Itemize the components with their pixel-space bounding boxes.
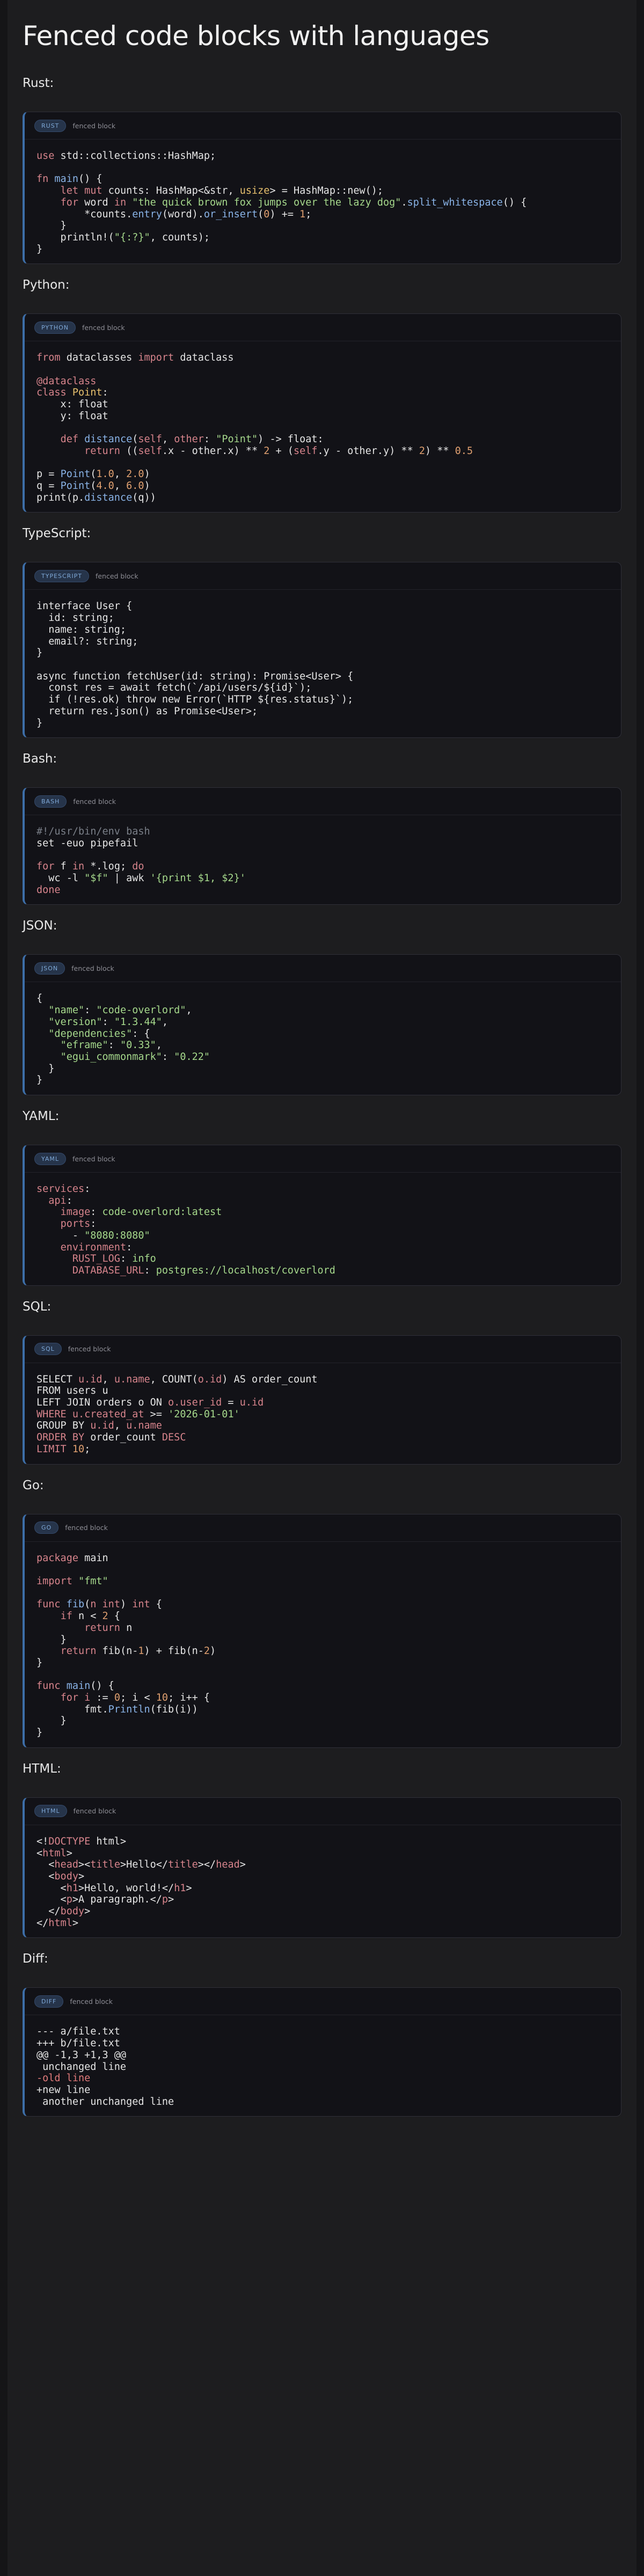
section-label-python: Python:: [23, 278, 70, 292]
fenced-block-label: fenced block: [95, 572, 138, 580]
fenced-block-label: fenced block: [82, 323, 125, 332]
fenced-block-label: fenced block: [71, 964, 114, 972]
section-label-typescript: TypeScript:: [23, 526, 91, 541]
section-label-bash: Bash:: [23, 752, 57, 766]
language-badge: JSON: [34, 962, 65, 975]
fenced-block-label: fenced block: [73, 1807, 116, 1816]
code-block-python[interactable]: PYTHON fenced block from dataclasses imp…: [23, 313, 621, 513]
fenced-block-label: fenced block: [68, 1345, 111, 1353]
language-badge: BASH: [34, 795, 67, 808]
code-content[interactable]: --- a/file.txt +++ b/file.txt @@ -1,3 +1…: [25, 2015, 621, 2116]
section-label-sql: SQL:: [23, 1299, 52, 1314]
code-block-json[interactable]: JSON fenced block { "name": "code-overlo…: [23, 954, 621, 1096]
code-block-bash[interactable]: BASH fenced block #!/usr/bin/env bash se…: [23, 787, 621, 905]
fenced-block-label: fenced block: [72, 121, 116, 130]
page-title: Fenced code blocks with languages: [23, 20, 489, 52]
section-label-json: JSON:: [23, 919, 57, 933]
section-label-rust: Rust:: [23, 76, 54, 90]
code-content[interactable]: SELECT u.id, u.name, COUNT(o.id) AS orde…: [25, 1363, 621, 1464]
section-label-diff: Diff:: [23, 1952, 48, 1966]
section-label-go: Go:: [23, 1478, 44, 1492]
language-badge: TYPESCRIPT: [34, 569, 89, 582]
code-block-header: PYTHON fenced block: [25, 314, 621, 342]
code-content[interactable]: interface User { id: string; name: strin…: [25, 590, 621, 737]
code-content[interactable]: package main import "fmt" func fib(n int…: [25, 1542, 621, 1747]
code-block-header: GO fenced block: [25, 1514, 621, 1542]
code-block-header: JSON fenced block: [25, 955, 621, 983]
code-block-diff[interactable]: DIFF fenced block --- a/file.txt +++ b/f…: [23, 1987, 621, 2117]
code-block-header: RUST fenced block: [25, 112, 621, 140]
language-badge: SQL: [34, 1343, 62, 1356]
fenced-block-label: fenced block: [70, 1997, 113, 2006]
code-block-sql[interactable]: SQL fenced block SELECT u.id, u.name, CO…: [23, 1335, 621, 1465]
code-content[interactable]: { "name": "code-overlord", "version": "1…: [25, 982, 621, 1095]
code-block-header: YAML fenced block: [25, 1145, 621, 1173]
code-content[interactable]: #!/usr/bin/env bash set -euo pipefail fo…: [25, 815, 621, 904]
code-block-go[interactable]: GO fenced block package main import "fmt…: [23, 1513, 621, 1748]
fenced-block-label: fenced block: [73, 797, 116, 806]
code-block-header: TYPESCRIPT fenced block: [25, 562, 621, 590]
code-content[interactable]: <!DOCTYPE html> <html> <head><title>Hell…: [25, 1825, 621, 1938]
code-content[interactable]: services: api: image: code-overlord:late…: [25, 1173, 621, 1285]
section-label-yaml: YAML:: [23, 1109, 60, 1124]
language-badge: YAML: [34, 1152, 67, 1165]
code-block-header: HTML fenced block: [25, 1798, 621, 1825]
code-block-html[interactable]: HTML fenced block <!DOCTYPE html> <html>…: [23, 1797, 621, 1938]
language-badge: DIFF: [34, 1995, 64, 2008]
code-block-rust[interactable]: RUST fenced block use std::collections::…: [23, 112, 621, 265]
code-block-header: SQL fenced block: [25, 1336, 621, 1363]
language-badge: GO: [34, 1521, 59, 1534]
code-block-header: DIFF fenced block: [25, 1988, 621, 2016]
document-page: Fenced code blocks with languages Rust: …: [8, 0, 636, 2576]
code-content[interactable]: use std::collections::HashMap; fn main()…: [25, 140, 621, 264]
code-block-typescript[interactable]: TYPESCRIPT fenced block interface User {…: [23, 562, 621, 738]
section-label-html: HTML:: [23, 1761, 61, 1776]
language-badge: PYTHON: [34, 321, 76, 334]
language-badge: RUST: [34, 119, 67, 132]
code-block-yaml[interactable]: YAML fenced block services: api: image: …: [23, 1145, 621, 1286]
fenced-block-label: fenced block: [65, 1524, 108, 1532]
language-badge: HTML: [34, 1805, 67, 1818]
fenced-block-label: fenced block: [72, 1154, 115, 1163]
code-content[interactable]: from dataclasses import dataclass @datac…: [25, 341, 621, 512]
code-block-header: BASH fenced block: [25, 788, 621, 816]
